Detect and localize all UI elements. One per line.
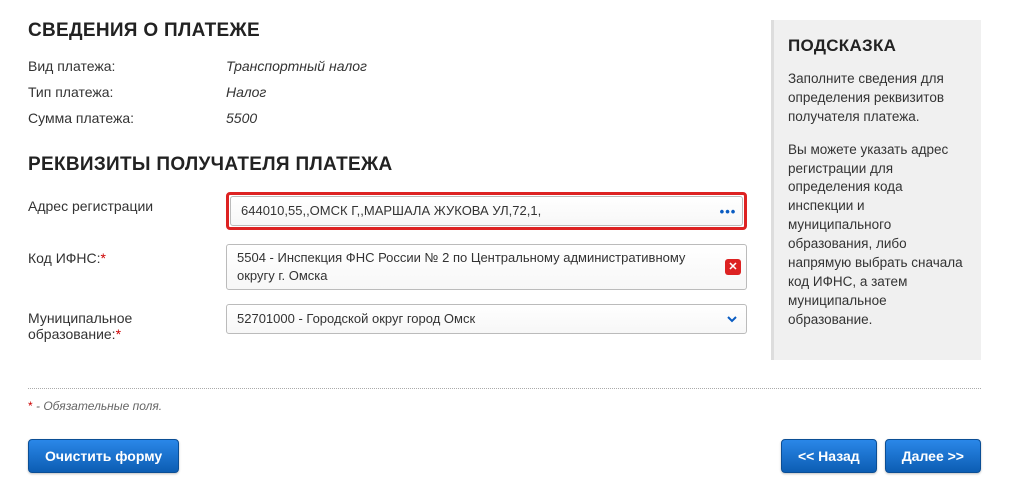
divider [28,388,981,389]
ellipsis-icon[interactable]: ••• [719,202,737,220]
chevron-down-icon[interactable] [723,310,741,328]
address-label: Адрес регистрации [28,192,226,214]
payment-kind-row: Тип платежа: Налог [28,84,747,100]
payment-kind-value: Налог [226,84,266,100]
municipality-label: Муниципальное образование:* [28,304,226,342]
hint-text-1: Заполните сведения для определения рекви… [788,70,967,127]
hint-panel: ПОДСКАЗКА Заполните сведения для определ… [771,20,981,360]
back-button[interactable]: << Назад [781,439,877,473]
payment-type-value: Транспортный налог [226,58,367,74]
clear-icon[interactable]: ✕ [725,259,741,275]
hint-text-2: Вы можете указать адрес регистрации для … [788,141,967,330]
payment-amount-row: Сумма платежа: 5500 [28,110,747,126]
ifns-label: Код ИФНС:* [28,244,226,266]
payment-amount-value: 5500 [226,110,257,126]
clear-form-button[interactable]: Очистить форму [28,439,179,473]
payment-amount-label: Сумма платежа: [28,110,226,126]
payment-type-row: Вид платежа: Транспортный налог [28,58,747,74]
municipality-select[interactable]: 52701000 - Городской округ город Омск [226,304,747,334]
address-input[interactable]: 644010,55,,ОМСК Г,,МАРШАЛА ЖУКОВА УЛ,72,… [230,196,743,226]
payment-kind-label: Тип платежа: [28,84,226,100]
required-footnote: * - Обязательные поля. [28,399,981,413]
hint-title: ПОДСКАЗКА [788,36,967,56]
ifns-input[interactable]: 5504 - Инспекция ФНС России № 2 по Центр… [226,244,747,290]
payment-type-label: Вид платежа: [28,58,226,74]
recipient-heading: РЕКВИЗИТЫ ПОЛУЧАТЕЛЯ ПЛАТЕЖА [28,154,747,176]
next-button[interactable]: Далее >> [885,439,981,473]
address-highlight: 644010,55,,ОМСК Г,,МАРШАЛА ЖУКОВА УЛ,72,… [226,192,747,230]
payment-info-heading: СВЕДЕНИЯ О ПЛАТЕЖЕ [28,20,747,42]
